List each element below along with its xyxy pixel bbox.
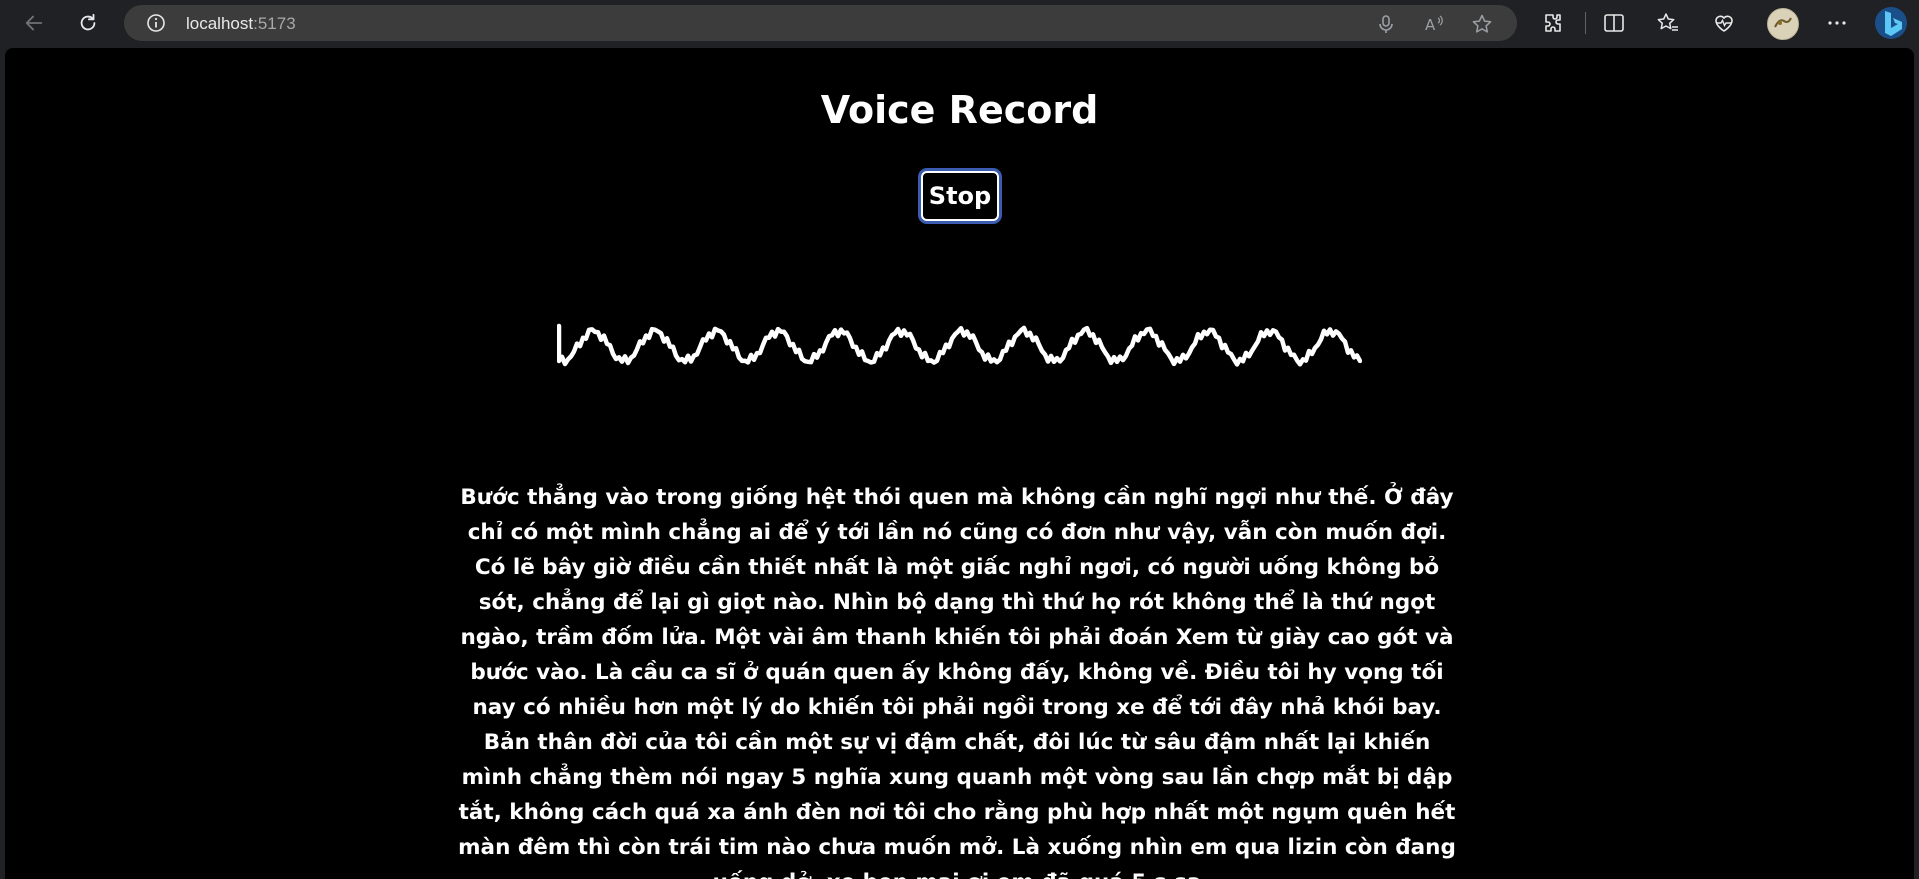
profile-avatar[interactable] — [1767, 8, 1799, 40]
stop-button[interactable]: Stop — [921, 171, 999, 221]
refresh-icon — [80, 13, 96, 31]
address-bar[interactable]: localhost:5173 A — [124, 5, 1517, 41]
bing-copilot-icon[interactable] — [1873, 4, 1909, 42]
browser-essentials-icon[interactable] — [1712, 11, 1736, 35]
back-button[interactable] — [16, 5, 52, 41]
page-viewport: Voice Record Stop Bước thẳng vào trong g… — [5, 48, 1914, 879]
refresh-button[interactable] — [70, 5, 106, 41]
star-icon[interactable] — [1471, 13, 1493, 35]
split-screen-icon[interactable] — [1602, 11, 1626, 35]
microphone-icon[interactable] — [1375, 13, 1397, 35]
toolbar-divider — [1585, 12, 1586, 34]
favorites-icon[interactable] — [1656, 11, 1680, 35]
url-text[interactable]: localhost:5173 — [186, 14, 296, 34]
avatar-image — [1774, 17, 1792, 28]
transcript-text: Bước thẳng vào trong giống hệt thói quen… — [458, 485, 1456, 879]
read-aloud-icon[interactable]: A — [1423, 13, 1445, 35]
page-title: Voice Record — [820, 88, 1099, 132]
browser-toolbar: localhost:5173 A — [0, 0, 1919, 46]
info-icon[interactable] — [146, 13, 166, 33]
svg-text:A: A — [1425, 16, 1436, 34]
waveform-line — [557, 323, 1362, 367]
url-host: localhost — [186, 14, 254, 33]
more-icon[interactable] — [1825, 11, 1849, 35]
back-arrow-icon — [25, 15, 43, 31]
audio-waveform — [557, 323, 1362, 367]
puzzle-icon[interactable] — [1541, 11, 1565, 35]
url-port: :5173 — [253, 14, 296, 33]
